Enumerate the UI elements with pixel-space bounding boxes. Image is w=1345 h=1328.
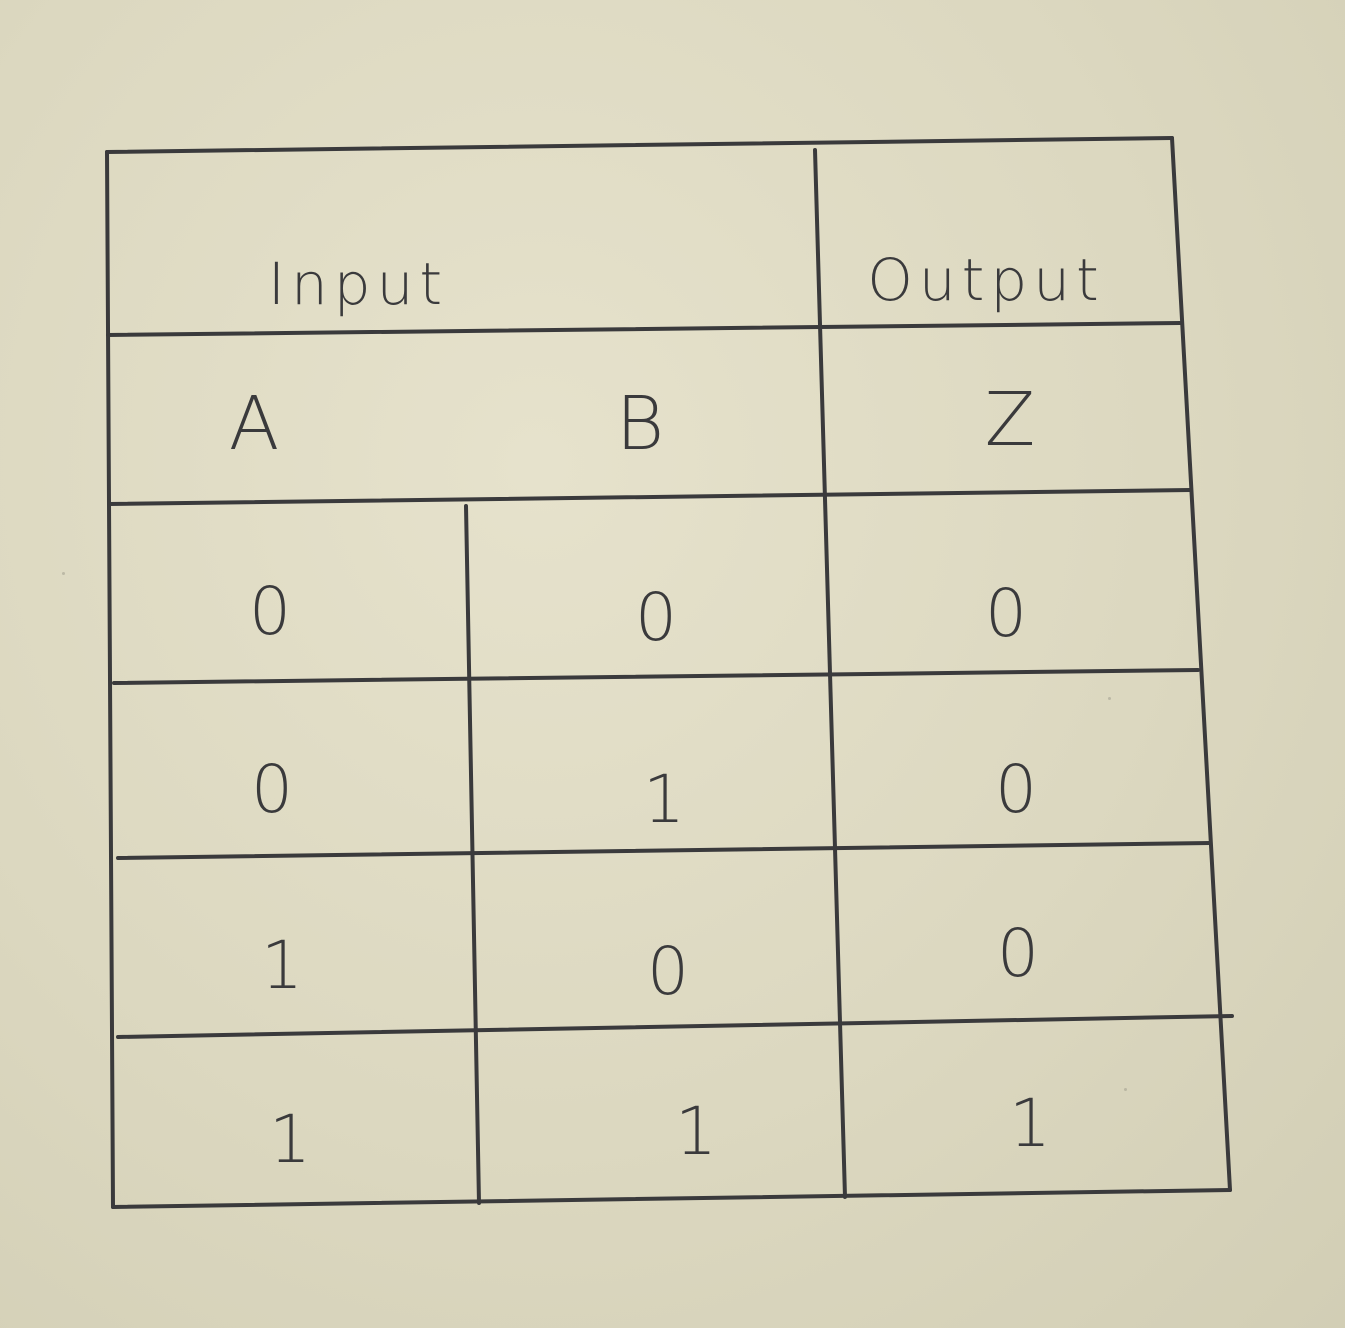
grid-line-row-2 — [108, 488, 1192, 506]
table-cell-r2-z: 0 — [995, 751, 1037, 828]
table-cell-r4-a: 1 — [269, 1101, 311, 1178]
table-cell-r1-z: 0 — [985, 575, 1027, 652]
input-group-header: Input — [267, 250, 449, 318]
table-cell-r1-b: 0 — [635, 579, 677, 656]
grid-line-row-4 — [116, 841, 1212, 860]
table-cell-r2-b: 1 — [643, 761, 685, 838]
table-cell-r3-b: 0 — [647, 933, 689, 1010]
table-cell-r3-a: 1 — [261, 927, 303, 1004]
truth-table: Input Output A B Z 0 0 0 0 1 0 1 0 0 1 1… — [0, 0, 1345, 1328]
table-cell-r2-a: 0 — [251, 751, 293, 828]
grid-line-row-1 — [106, 321, 1182, 337]
column-header-z: Z — [984, 377, 1036, 463]
grid-line-right — [1170, 136, 1232, 1192]
grid-line-left — [105, 150, 115, 1209]
column-header-a: A — [228, 381, 280, 467]
table-cell-r3-z: 0 — [997, 915, 1039, 992]
table-cell-r4-z: 1 — [1009, 1085, 1051, 1162]
grid-line-row-3 — [112, 668, 1200, 685]
column-header-b: B — [615, 381, 665, 467]
grid-line-bottom — [111, 1188, 1232, 1209]
output-group-header: Output — [867, 246, 1105, 314]
table-cell-r4-b: 1 — [675, 1093, 717, 1170]
table-grid-lines — [105, 136, 1234, 1209]
table-cell-r1-a: 0 — [249, 573, 291, 650]
grid-line-row-5 — [116, 1014, 1234, 1039]
grid-line-top — [105, 136, 1174, 154]
